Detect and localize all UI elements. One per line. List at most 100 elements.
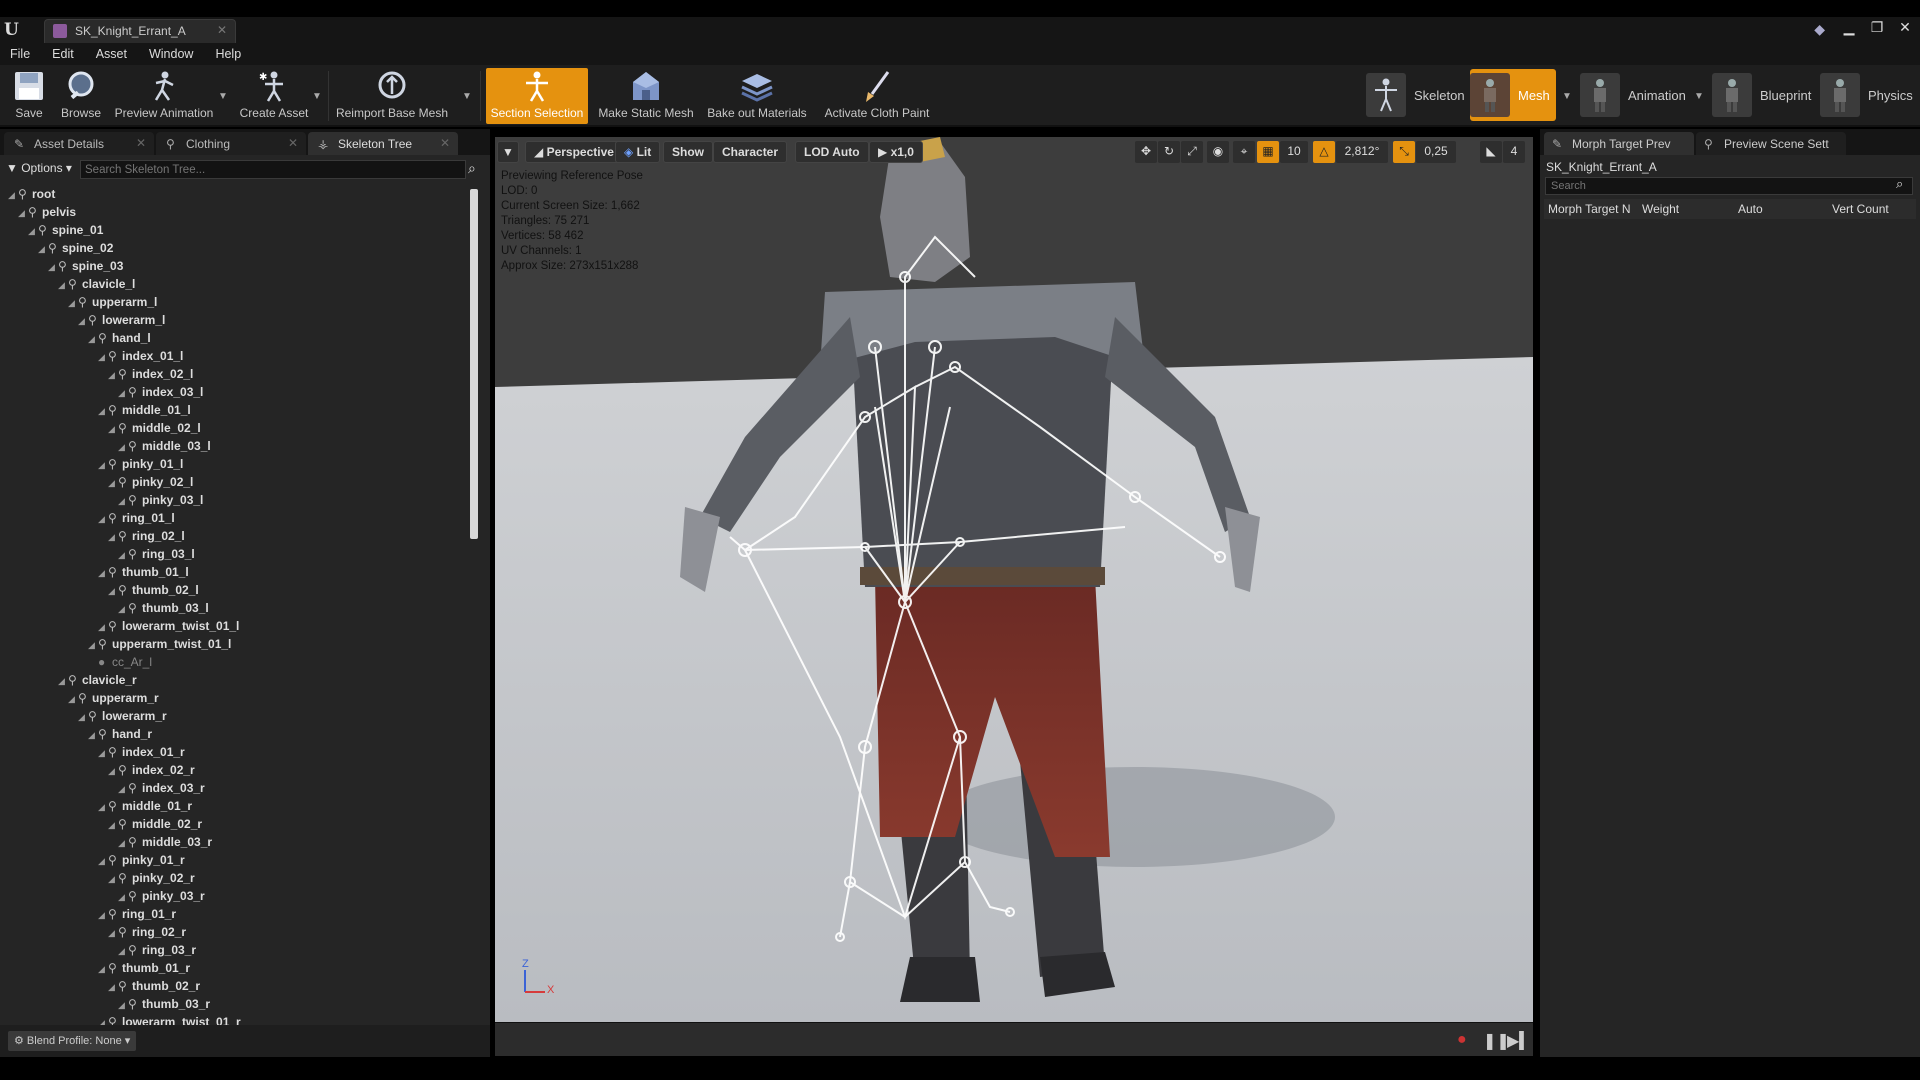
tree-bone-row[interactable]: ◢ ⚲ clavicle_r xyxy=(58,673,137,691)
skeleton-search-input[interactable] xyxy=(80,160,466,179)
expand-arrow-icon[interactable]: ◢ xyxy=(88,730,98,741)
tree-bone-row[interactable]: ◢ ⚲ index_01_r xyxy=(98,745,185,763)
tree-bone-row[interactable]: ◢ ⚲ pinky_02_r xyxy=(108,871,195,889)
tree-bone-row[interactable]: ◢ ⚲ ring_01_r xyxy=(98,907,176,925)
lit-button[interactable]: ◈ Lit xyxy=(615,141,661,163)
column-vert-count[interactable]: Vert Count xyxy=(1832,202,1889,216)
tab-asset-details[interactable]: ✎ Asset Details ✕ xyxy=(4,132,154,155)
make-static-mesh-button[interactable]: Make Static Mesh xyxy=(596,68,696,124)
scale-snap-icon[interactable]: ⤡ xyxy=(1393,141,1415,163)
rotate-icon[interactable]: ↻ xyxy=(1158,141,1180,163)
scale-snap-value[interactable]: 0,25 xyxy=(1416,141,1456,163)
expand-arrow-icon[interactable]: ◢ xyxy=(68,298,78,309)
expand-arrow-icon[interactable]: ◢ xyxy=(98,568,108,579)
tab-morph-target-preview[interactable]: ✎ Morph Target Prev xyxy=(1544,132,1694,155)
expand-arrow-icon[interactable]: ◢ xyxy=(98,514,108,525)
expand-arrow-icon[interactable]: ◢ xyxy=(108,982,118,993)
expand-arrow-icon[interactable]: ◢ xyxy=(98,1018,108,1025)
tree-bone-row[interactable]: ◢ ⚲ spine_01 xyxy=(28,223,103,241)
column-morph-target-name[interactable]: Morph Target N xyxy=(1548,202,1630,216)
tree-bone-row[interactable]: ◢ ⚲ ring_03_l xyxy=(118,547,195,565)
expand-arrow-icon[interactable]: ◢ xyxy=(98,802,108,813)
options-button[interactable]: ▼ Options ▾ xyxy=(6,161,72,175)
tree-socket-row[interactable]: ● cc_Ar_l xyxy=(88,655,152,673)
expand-arrow-icon[interactable]: ◢ xyxy=(98,910,108,921)
record-icon[interactable]: ● xyxy=(1457,1031,1467,1049)
expand-arrow-icon[interactable]: ◢ xyxy=(108,478,118,489)
expand-arrow-icon[interactable]: ◢ xyxy=(108,874,118,885)
tree-bone-row[interactable]: ◢ ⚲ hand_l xyxy=(88,331,151,349)
mode-blueprint-button[interactable]: Blueprint xyxy=(1712,69,1816,121)
tree-bone-row[interactable]: ◢ ⚲ index_03_l xyxy=(118,385,203,403)
tree-bone-row[interactable]: ◢ ⚲ middle_02_l xyxy=(108,421,201,439)
expand-arrow-icon[interactable]: ◢ xyxy=(98,406,108,417)
preview-animation-button[interactable]: Preview Animation xyxy=(112,68,216,124)
expand-arrow-icon[interactable]: ◢ xyxy=(8,190,18,201)
tree-bone-row[interactable]: ◢ ⚲ thumb_01_l xyxy=(98,565,189,583)
viewport[interactable]: ▼ ◢ Perspective ◈ Lit Show Character LOD… xyxy=(495,137,1533,1022)
expand-arrow-icon[interactable]: ◢ xyxy=(108,928,118,939)
column-weight[interactable]: Weight xyxy=(1642,202,1679,216)
expand-arrow-icon[interactable]: ◢ xyxy=(18,208,28,219)
expand-arrow-icon[interactable]: ◢ xyxy=(108,424,118,435)
perspective-button[interactable]: ◢ Perspective xyxy=(525,141,623,163)
tree-bone-row[interactable]: ◢ ⚲ index_02_l xyxy=(108,367,193,385)
unreal-logo-icon[interactable]: U xyxy=(4,20,24,40)
column-auto[interactable]: Auto xyxy=(1738,202,1763,216)
tab-clothing[interactable]: ⚲ Clothing ✕ xyxy=(156,132,306,155)
expand-arrow-icon[interactable]: ◢ xyxy=(118,442,128,453)
section-selection-button[interactable]: Section Selection xyxy=(486,68,588,124)
menu-help[interactable]: Help xyxy=(215,47,241,61)
close-icon[interactable]: ✕ xyxy=(440,136,450,150)
tree-bone-row[interactable]: ◢ ⚲ pinky_02_l xyxy=(108,475,193,493)
lod-button[interactable]: LOD Auto xyxy=(795,141,869,163)
tree-bone-row[interactable]: ◢ ⚲ pinky_01_l xyxy=(98,457,183,475)
tree-bone-row[interactable]: ◢ ⚲ upperarm_twist_01_l xyxy=(88,637,231,655)
mode-skeleton-button[interactable]: Skeleton xyxy=(1366,69,1466,121)
scale-icon[interactable]: ⤢ xyxy=(1181,141,1203,163)
tree-bone-row[interactable]: ◢ ⚲ upperarm_l xyxy=(68,295,157,313)
mode-physics-button[interactable]: Physics xyxy=(1820,69,1920,121)
search-icon[interactable]: ⌕ xyxy=(468,160,476,177)
expand-arrow-icon[interactable]: ◢ xyxy=(108,370,118,381)
expand-arrow-icon[interactable]: ◢ xyxy=(98,352,108,363)
tree-bone-row[interactable]: ◢ ⚲ middle_02_r xyxy=(108,817,202,835)
tree-bone-row[interactable]: ◢ ⚲ thumb_03_r xyxy=(118,997,210,1015)
reimport-base-mesh-button[interactable]: Reimport Base Mesh xyxy=(334,68,450,124)
menu-edit[interactable]: Edit xyxy=(52,47,74,61)
expand-arrow-icon[interactable]: ◢ xyxy=(118,388,128,399)
reimport-dropdown[interactable]: ▼ xyxy=(462,91,472,102)
viewport-options-dropdown[interactable]: ▼ xyxy=(497,141,519,163)
create-asset-button[interactable]: ✱ Create Asset xyxy=(236,68,312,124)
expand-arrow-icon[interactable]: ◢ xyxy=(118,604,128,615)
expand-arrow-icon[interactable]: ◢ xyxy=(78,316,88,327)
show-button[interactable]: Show xyxy=(663,141,713,163)
step-forward-icon[interactable]: ▶▍ xyxy=(1507,1031,1532,1051)
animation-mode-dropdown[interactable]: ▼ xyxy=(1694,91,1704,102)
blend-profile-dropdown[interactable]: ⚙ Blend Profile: None ▾ xyxy=(8,1031,137,1051)
rotation-snap-icon[interactable]: △ xyxy=(1313,141,1335,163)
expand-arrow-icon[interactable]: ◢ xyxy=(118,892,128,903)
expand-arrow-icon[interactable]: ◢ xyxy=(68,694,78,705)
tree-bone-row[interactable]: ◢ ⚲ ring_02_r xyxy=(108,925,186,943)
activate-cloth-paint-button[interactable]: Activate Cloth Paint xyxy=(818,68,936,124)
expand-arrow-icon[interactable]: ◢ xyxy=(88,640,98,651)
menu-window[interactable]: Window xyxy=(149,47,193,61)
mesh-mode-dropdown[interactable]: ▼ xyxy=(1562,91,1572,102)
world-local-icon[interactable]: ◉ xyxy=(1207,141,1229,163)
document-tab[interactable]: SK_Knight_Errant_A ✕ xyxy=(44,19,236,43)
expand-arrow-icon[interactable]: ◢ xyxy=(98,856,108,867)
expand-arrow-icon[interactable]: ◢ xyxy=(118,550,128,561)
tree-bone-row[interactable]: ◢ ⚲ ring_03_r xyxy=(118,943,196,961)
camera-speed-icon[interactable]: ◣ xyxy=(1480,141,1502,163)
expand-arrow-icon[interactable]: ◢ xyxy=(98,964,108,975)
expand-arrow-icon[interactable]: ◢ xyxy=(118,838,128,849)
tree-bone-row[interactable]: ◢ ⚲ clavicle_l xyxy=(58,277,135,295)
maximize-button[interactable]: ❐ xyxy=(1868,19,1886,36)
tree-bone-row[interactable]: ◢ ⚲ index_01_l xyxy=(98,349,183,367)
tree-bone-row[interactable]: ◢ ⚲ middle_03_r xyxy=(118,835,212,853)
tree-bone-row[interactable]: ◢ ⚲ middle_01_r xyxy=(98,799,192,817)
tree-bone-row[interactable]: ◢ ⚲ thumb_01_r xyxy=(98,961,190,979)
tree-bone-row[interactable]: ◢ ⚲ middle_01_l xyxy=(98,403,191,421)
tree-bone-row[interactable]: ◢ ⚲ index_02_r xyxy=(108,763,195,781)
